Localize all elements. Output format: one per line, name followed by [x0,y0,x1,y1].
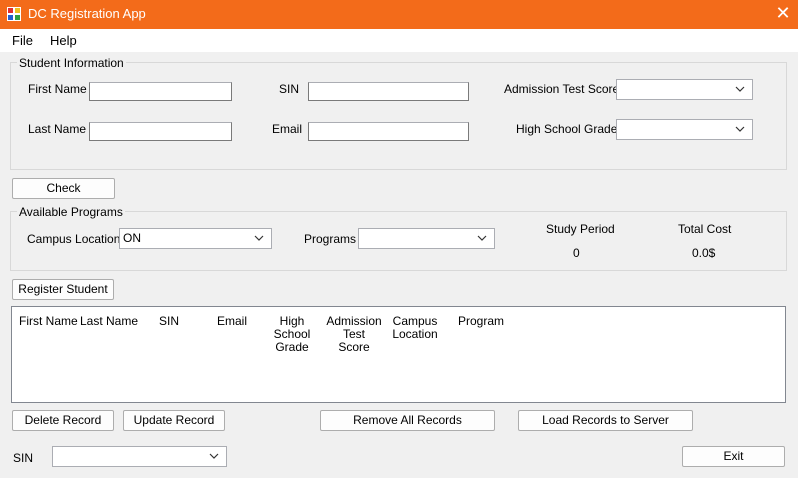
student-info-title: Student Information [17,56,126,70]
col-email[interactable]: Email [217,315,247,328]
study-period-value: 0 [573,246,580,260]
campus-label: Campus Location [27,232,121,246]
check-button[interactable]: Check [12,178,115,199]
total-cost-label: Total Cost [678,222,732,236]
chevron-down-icon [254,235,264,241]
app-icon [7,7,21,21]
col-grade-line2: Grade [275,340,309,354]
study-period-label: Study Period [546,222,615,236]
load-records-button[interactable]: Load Records to Server [518,410,693,431]
programs-label: Programs [304,232,357,246]
remove-all-records-button[interactable]: Remove All Records [320,410,495,431]
col-grade-line1: High School [273,314,311,341]
col-high-school-grade[interactable]: High School Grade [262,315,322,354]
col-sin[interactable]: SIN [159,315,179,328]
col-first-name[interactable]: First Name [19,315,78,328]
menu-help[interactable]: Help [50,33,77,48]
window-title: DC Registration App [28,6,146,21]
col-campus-line2: Location [392,327,438,341]
col-admission-line2: Test Score [338,327,370,354]
update-record-button[interactable]: Update Record [123,410,225,431]
last-name-field[interactable] [89,122,232,141]
admission-score-dropdown[interactable] [616,79,753,100]
grade-label: High School Grade [516,122,618,136]
chevron-down-icon [735,126,745,132]
total-cost-value: 0.0$ [692,246,716,260]
col-admission-score[interactable]: Admission Test Score [326,315,382,354]
programs-title: Available Programs [17,205,125,219]
close-icon[interactable]: ✕ [772,3,794,24]
chevron-down-icon [735,86,745,92]
campus-value: ON [123,231,141,245]
register-student-button[interactable]: Register Student [12,279,114,300]
grade-dropdown[interactable] [616,119,753,140]
sin-field[interactable] [308,82,469,101]
admission-score-label: Admission Test Score [504,82,620,96]
bottom-sin-dropdown[interactable] [52,446,227,467]
col-program[interactable]: Program [458,315,504,328]
col-campus-location[interactable]: Campus Location [389,315,441,341]
sin-label: SIN [279,82,300,96]
first-name-label: First Name [28,82,87,96]
email-label: Email [272,122,303,136]
chevron-down-icon [477,235,487,241]
email-field[interactable] [308,122,469,141]
menu-file[interactable]: File [12,33,33,48]
delete-record-button[interactable]: Delete Record [12,410,114,431]
bottom-sin-label: SIN [13,451,34,465]
last-name-label: Last Name [28,122,87,136]
col-last-name[interactable]: Last Name [80,315,138,328]
chevron-down-icon [209,453,219,459]
exit-button[interactable]: Exit [682,446,785,467]
campus-dropdown[interactable]: ON [119,228,272,249]
programs-dropdown[interactable] [358,228,495,249]
first-name-field[interactable] [89,82,232,101]
menu-bar [0,29,798,52]
